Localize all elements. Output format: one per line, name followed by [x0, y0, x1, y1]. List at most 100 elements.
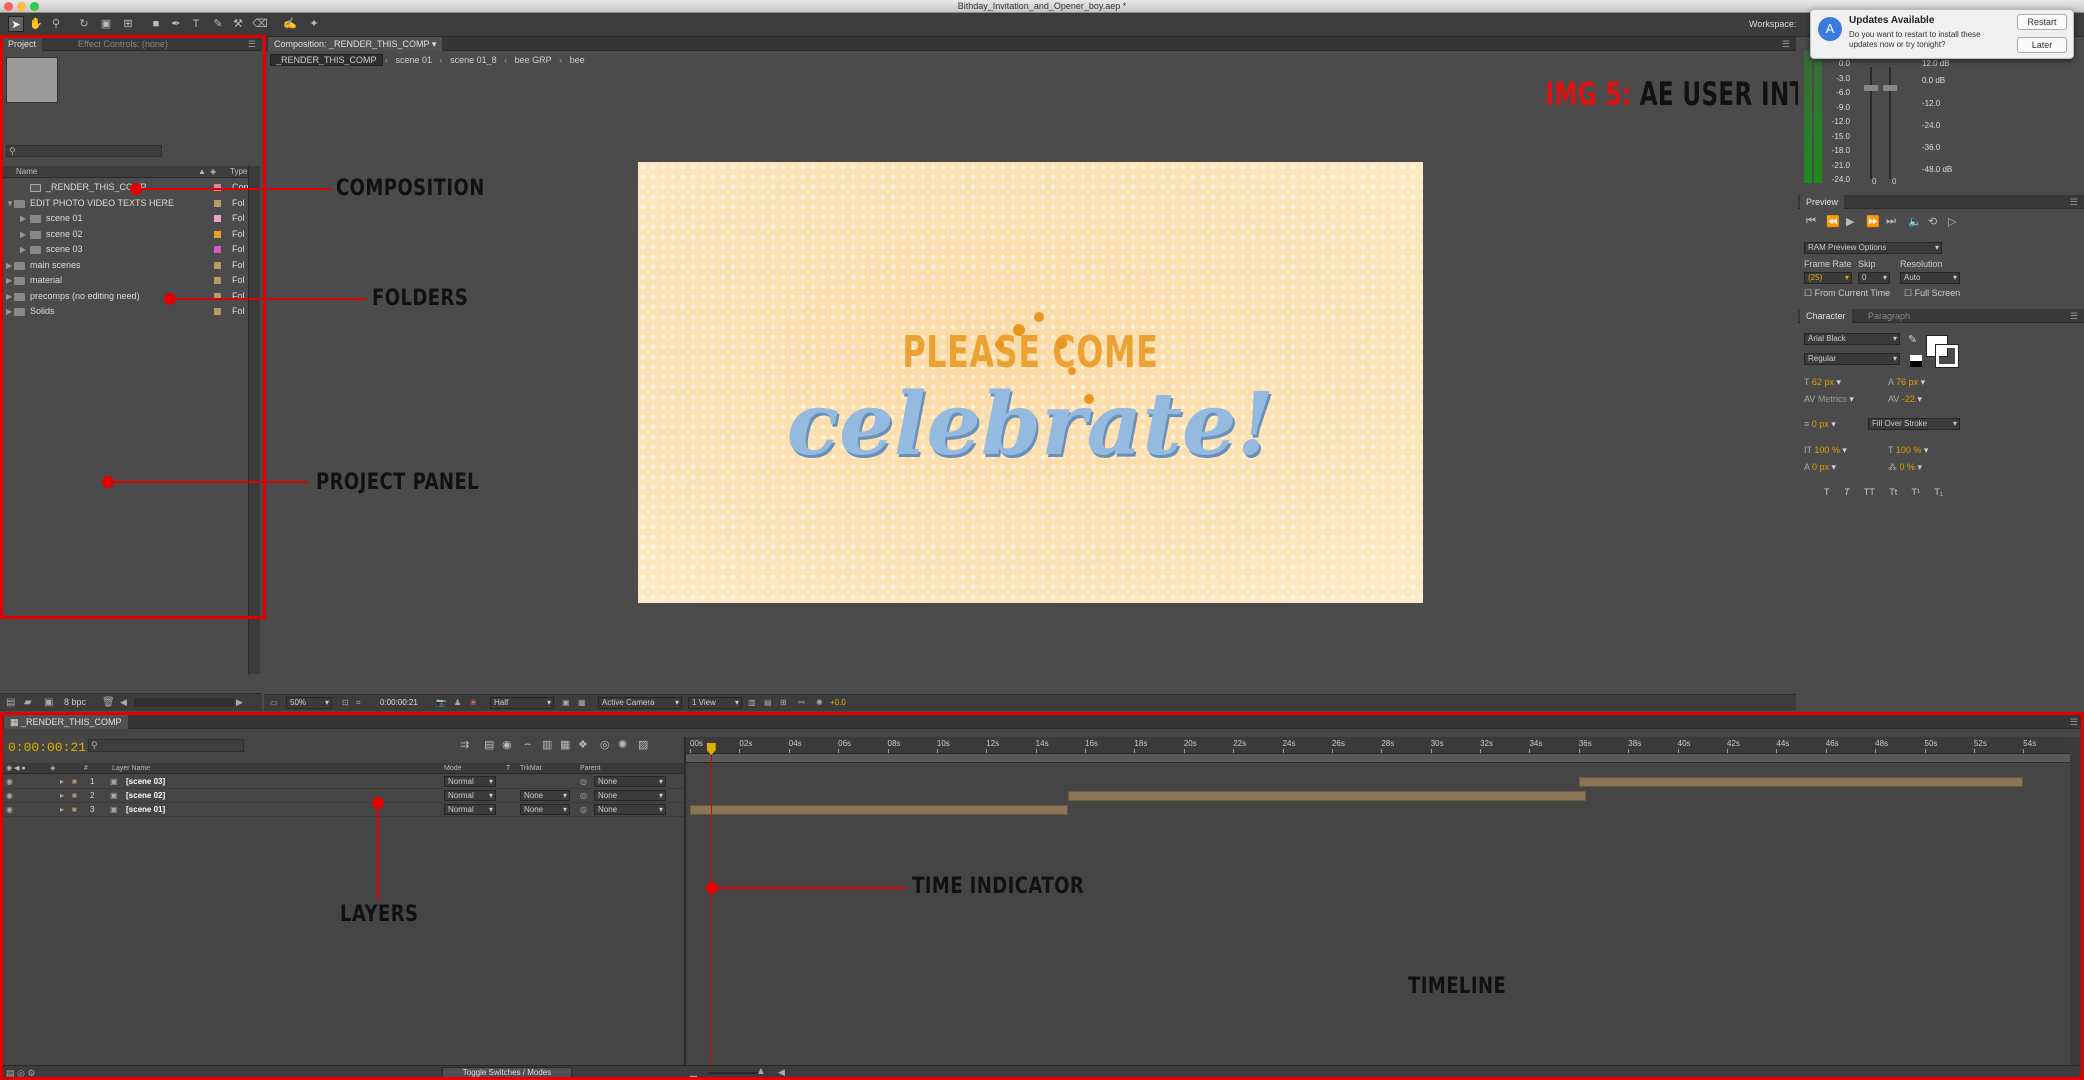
- transparency-grid-icon[interactable]: ▦: [578, 698, 586, 707]
- magnification-dropdown[interactable]: 50%: [286, 697, 332, 709]
- previous-frame-icon[interactable]: ⏪: [1826, 215, 1840, 228]
- show-snapshot-icon[interactable]: ♟: [454, 698, 461, 707]
- baseline-shift-field[interactable]: A 0 px ▾: [1804, 462, 1836, 473]
- color-channel-icon[interactable]: ❀: [470, 698, 477, 707]
- pan-behind-tool-icon[interactable]: ⊞: [120, 16, 136, 32]
- audio-slider-left[interactable]: [1870, 67, 1872, 179]
- subscript-button[interactable]: T₁: [1934, 487, 1943, 497]
- play-icon[interactable]: ▶: [1846, 215, 1854, 228]
- last-frame-icon[interactable]: ⏭: [1886, 215, 1896, 228]
- bit-depth-label[interactable]: 8 bpc: [64, 697, 86, 707]
- zoom-tool-icon[interactable]: ⚲: [48, 16, 64, 32]
- card-line-2: celebrate!: [786, 374, 1275, 475]
- breadcrumb-item[interactable]: _RENDER_THIS_COMP: [270, 54, 383, 66]
- horizontal-scrollbar[interactable]: [134, 698, 234, 707]
- breadcrumb-item[interactable]: scene 01_8: [445, 55, 502, 65]
- restart-button[interactable]: Restart: [2017, 14, 2067, 30]
- ram-preview-icon[interactable]: ▷: [1948, 215, 1956, 228]
- fast-previews-icon[interactable]: ▤: [764, 698, 772, 707]
- new-folder-icon[interactable]: ▰: [24, 697, 32, 708]
- stroke-width-field[interactable]: ≡ 0 px ▾: [1804, 419, 1836, 430]
- safe-margins-icon[interactable]: ⊡: [342, 698, 349, 707]
- font-style-dropdown[interactable]: Regular: [1804, 353, 1900, 365]
- tab-preview[interactable]: Preview: [1800, 195, 1845, 209]
- pen-tool-icon[interactable]: ✒: [168, 16, 184, 32]
- brush-tool-icon[interactable]: ✎: [210, 16, 226, 32]
- all-caps-button[interactable]: TT: [1864, 487, 1875, 497]
- trash-icon[interactable]: 🗑: [102, 697, 115, 708]
- from-current-time-checkbox[interactable]: ☐ From Current Time: [1804, 288, 1890, 299]
- always-preview-icon[interactable]: ▭: [270, 698, 278, 707]
- snapshot-icon[interactable]: 📷: [436, 698, 446, 707]
- hand-tool-icon[interactable]: ✋: [28, 16, 44, 32]
- roto-brush-tool-icon[interactable]: ✍: [282, 16, 298, 32]
- small-caps-button[interactable]: Tt: [1889, 487, 1897, 497]
- later-button[interactable]: Later: [2017, 37, 2067, 53]
- loop-icon[interactable]: ⟲: [1928, 215, 1937, 228]
- skip-dropdown[interactable]: 0: [1858, 272, 1890, 284]
- comp-panel-menu-icon[interactable]: ☰: [1782, 37, 1790, 51]
- eraser-tool-icon[interactable]: ⌫: [252, 16, 268, 32]
- toggle-pixel-aspect-icon[interactable]: ▥: [748, 698, 756, 707]
- audio-slider-left-handle[interactable]: [1864, 85, 1878, 91]
- exposure-icon[interactable]: ✺: [816, 698, 823, 707]
- font-size-field[interactable]: T 62 px ▾: [1804, 377, 1841, 388]
- resolution-dropdown[interactable]: Half: [490, 697, 554, 709]
- selection-tool-icon[interactable]: ➤: [8, 16, 24, 32]
- tab-character[interactable]: Character: [1800, 309, 1852, 323]
- composition-canvas[interactable]: PLEASE COME celebrate!: [638, 162, 1423, 603]
- breadcrumb-item[interactable]: scene 01: [391, 55, 438, 65]
- interpret-footage-icon[interactable]: ▤: [6, 697, 15, 708]
- ram-preview-options-dropdown[interactable]: RAM Preview Options: [1804, 242, 1942, 254]
- stroke-type-dropdown[interactable]: Fill Over Stroke: [1868, 418, 1960, 430]
- stroke-color-swatch[interactable]: [1935, 344, 1959, 368]
- tab-paragraph[interactable]: Paragraph: [1862, 309, 1916, 323]
- preview-resolution-dropdown[interactable]: Auto: [1900, 272, 1960, 284]
- breadcrumb-item[interactable]: bee: [565, 55, 590, 65]
- tab-composition[interactable]: Composition: _RENDER_THIS_COMP ▾: [268, 37, 443, 51]
- preview-menu-icon[interactable]: ☰: [2070, 195, 2078, 209]
- timeline-icon[interactable]: ⊞: [780, 698, 787, 707]
- faux-bold-button[interactable]: T: [1824, 487, 1830, 497]
- superscript-button[interactable]: T¹: [1912, 487, 1921, 497]
- flowchart-icon[interactable]: ⚯: [798, 698, 805, 707]
- scroll-left-icon[interactable]: ◀: [120, 697, 127, 708]
- first-frame-icon[interactable]: ⏮: [1806, 215, 1816, 228]
- region-of-interest-icon[interactable]: ▣: [562, 698, 570, 707]
- frame-rate-dropdown[interactable]: (25): [1804, 272, 1852, 284]
- rotate-tool-icon[interactable]: ↻: [76, 16, 92, 32]
- camera-tool-icon[interactable]: ▣: [98, 16, 114, 32]
- audio-slider-right-handle[interactable]: [1883, 85, 1897, 91]
- audio-icon[interactable]: 🔈: [1908, 215, 1922, 228]
- clone-stamp-tool-icon[interactable]: ⚒: [230, 16, 246, 32]
- tsume-field[interactable]: ⁂ 0 % ▾: [1888, 462, 1922, 473]
- mask-toggle-icon[interactable]: ⌗: [356, 698, 361, 708]
- character-menu-icon[interactable]: ☰: [2070, 309, 2078, 323]
- full-screen-checkbox[interactable]: ☐ Full Screen: [1904, 288, 1960, 299]
- kerning-field[interactable]: AV Metrics ▾: [1804, 394, 1854, 405]
- eyedropper-icon[interactable]: ✎: [1908, 333, 1917, 346]
- black-swatch[interactable]: [1910, 361, 1922, 367]
- type-tool-icon[interactable]: T: [188, 16, 204, 32]
- exposure-value[interactable]: +0.0: [830, 698, 846, 707]
- audio-slider-right[interactable]: [1889, 67, 1891, 179]
- view-layout-dropdown[interactable]: 1 View: [688, 697, 742, 709]
- leading-field[interactable]: A 76 px ▾: [1888, 377, 1925, 388]
- tracking-field[interactable]: AV -22 ▾: [1888, 394, 1922, 405]
- font-family-dropdown[interactable]: Arial Black: [1804, 333, 1900, 345]
- close-window-button[interactable]: [4, 2, 13, 11]
- camera-view-dropdown[interactable]: Active Camera: [598, 697, 682, 709]
- faux-italic-button[interactable]: T: [1844, 487, 1850, 497]
- breadcrumb-item[interactable]: bee GRP: [510, 55, 557, 65]
- current-time-display[interactable]: 0:00:00:21: [380, 698, 418, 707]
- audio-zero-right: 0: [1892, 177, 1897, 186]
- zoom-window-button[interactable]: [30, 2, 39, 11]
- vertical-scale-field[interactable]: IT 100 % ▾: [1804, 445, 1847, 456]
- new-comp-icon[interactable]: ▣: [44, 697, 53, 708]
- scroll-right-icon[interactable]: ▶: [236, 697, 243, 708]
- minimize-window-button[interactable]: [17, 2, 26, 11]
- next-frame-icon[interactable]: ⏩: [1866, 215, 1880, 228]
- horizontal-scale-field[interactable]: T 100 % ▾: [1888, 445, 1928, 456]
- puppet-tool-icon[interactable]: ✦: [306, 16, 322, 32]
- rectangle-tool-icon[interactable]: ■: [148, 16, 164, 32]
